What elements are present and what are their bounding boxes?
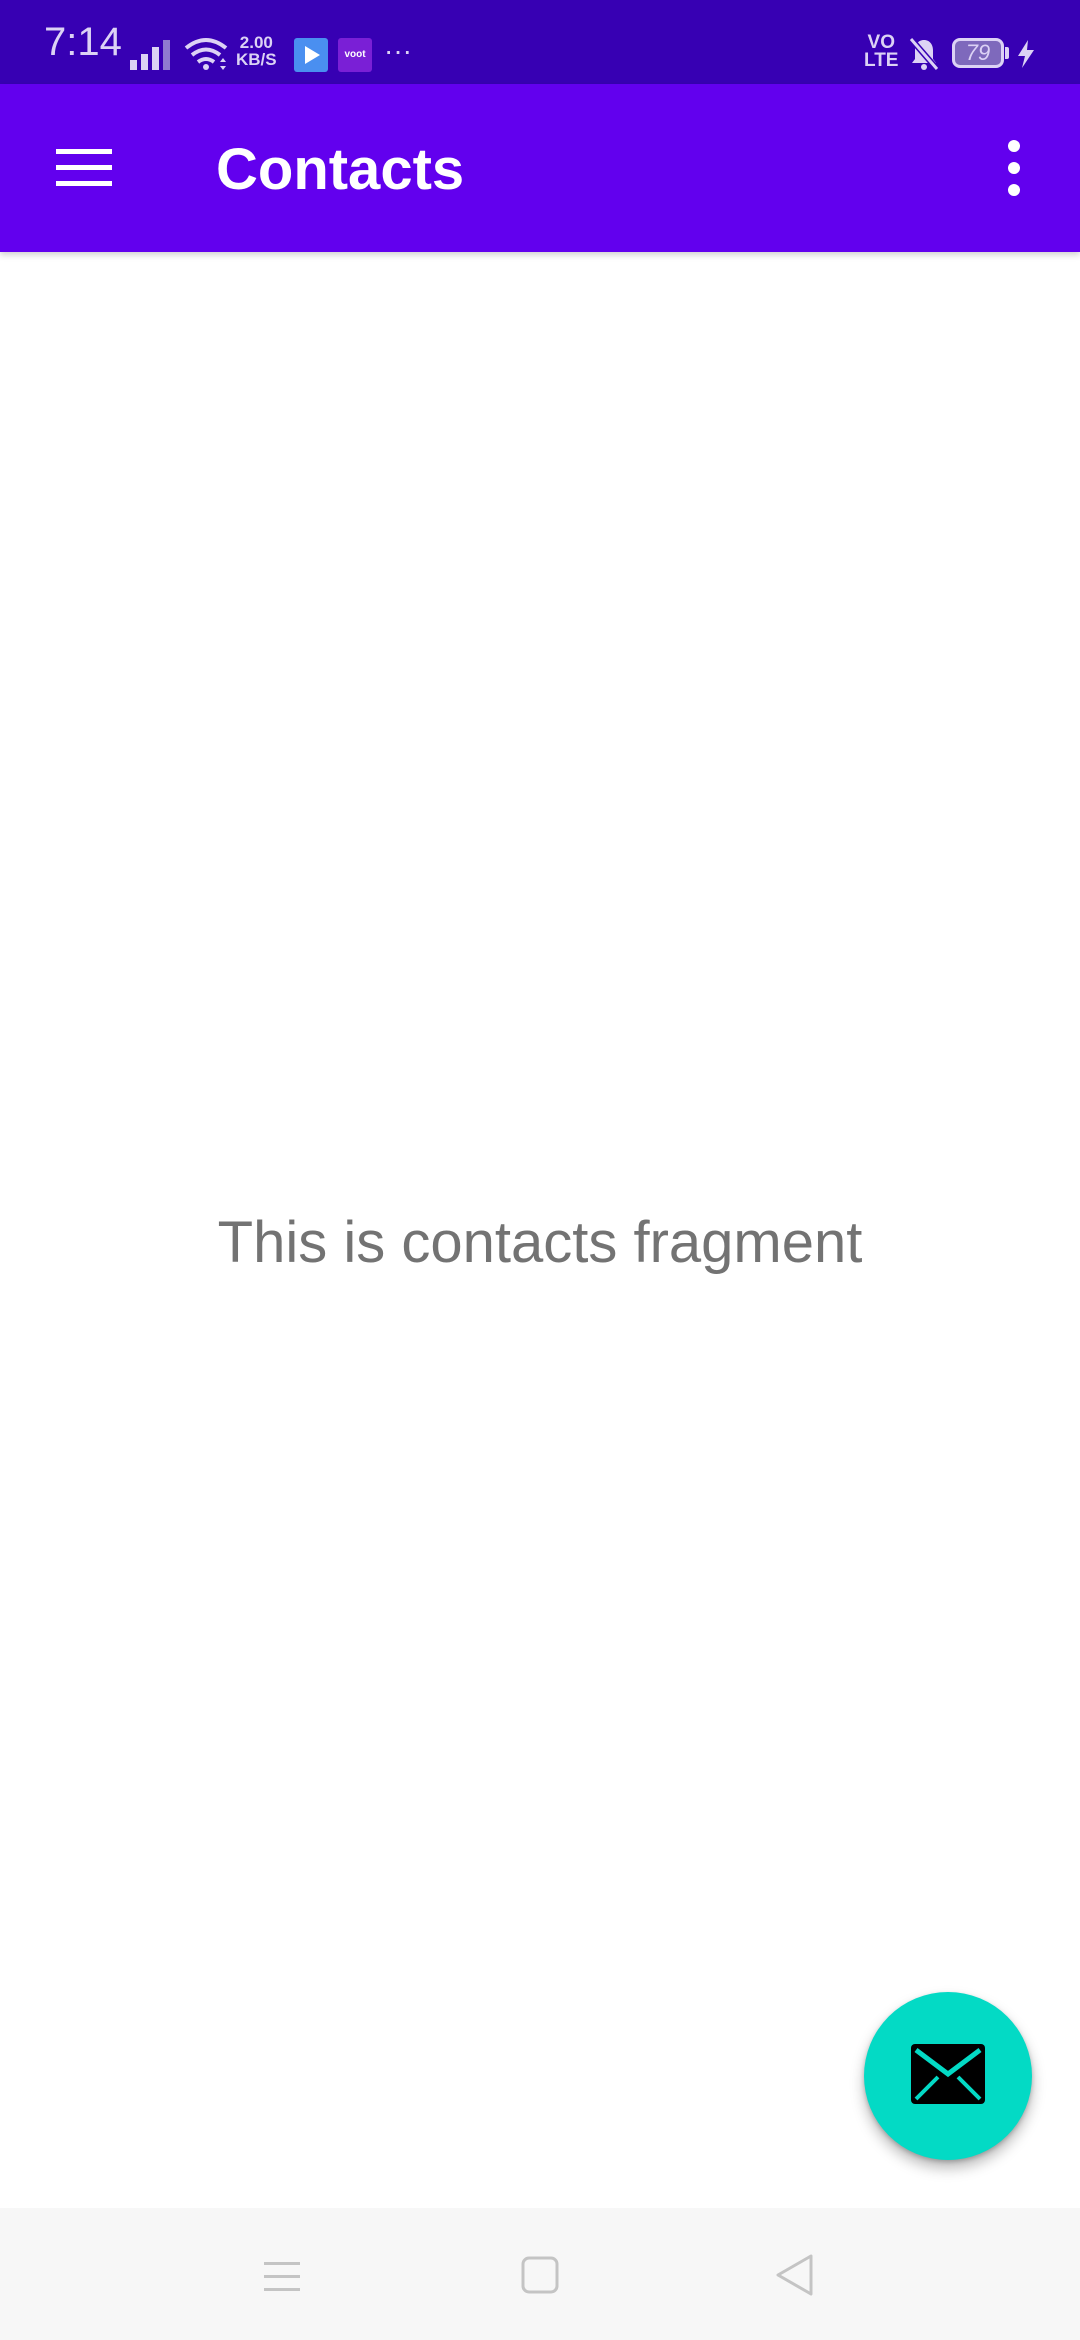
battery-tip (1005, 47, 1009, 59)
page-title: Contacts (216, 137, 465, 202)
status-bar: 7:14 2.00 KB/S voot ··· VO LTE 79 (0, 0, 1080, 84)
hamburger-menu-icon (56, 149, 112, 186)
more-vertical-icon (1008, 140, 1020, 196)
play-store-icon (294, 38, 328, 72)
volte-indicator: VO LTE (864, 33, 899, 71)
voot-icon: voot (338, 38, 372, 72)
network-speed-unit: KB/S (236, 50, 277, 69)
more-notifications-icon: ··· (384, 35, 412, 66)
fragment-message: This is contacts fragment (217, 1210, 863, 1275)
email-icon (911, 2044, 985, 2104)
home-button[interactable] (500, 2244, 580, 2308)
volte-bottom: LTE (864, 50, 899, 71)
back-button[interactable] (756, 2244, 836, 2308)
recents-button[interactable] (242, 2244, 322, 2308)
wifi-icon (184, 38, 228, 70)
back-icon (776, 2254, 813, 2296)
battery-indicator: 79 (952, 38, 1004, 68)
recents-icon (264, 2262, 300, 2291)
network-speed: 2.00 KB/S (236, 34, 277, 68)
signal-icon (130, 40, 170, 70)
network-speed-value: 2.00 (239, 33, 273, 52)
overflow-menu-button[interactable] (980, 128, 1044, 208)
home-icon (521, 2256, 559, 2294)
app-bar: Contacts (0, 84, 1080, 252)
bell-off-icon (908, 37, 940, 71)
compose-email-fab[interactable] (864, 1992, 1032, 2160)
voot-label: voot (344, 49, 366, 60)
status-time: 7:14 (44, 20, 122, 64)
charging-icon (1018, 40, 1034, 68)
menu-button[interactable] (40, 128, 128, 208)
system-nav-bar (0, 2208, 1080, 2340)
